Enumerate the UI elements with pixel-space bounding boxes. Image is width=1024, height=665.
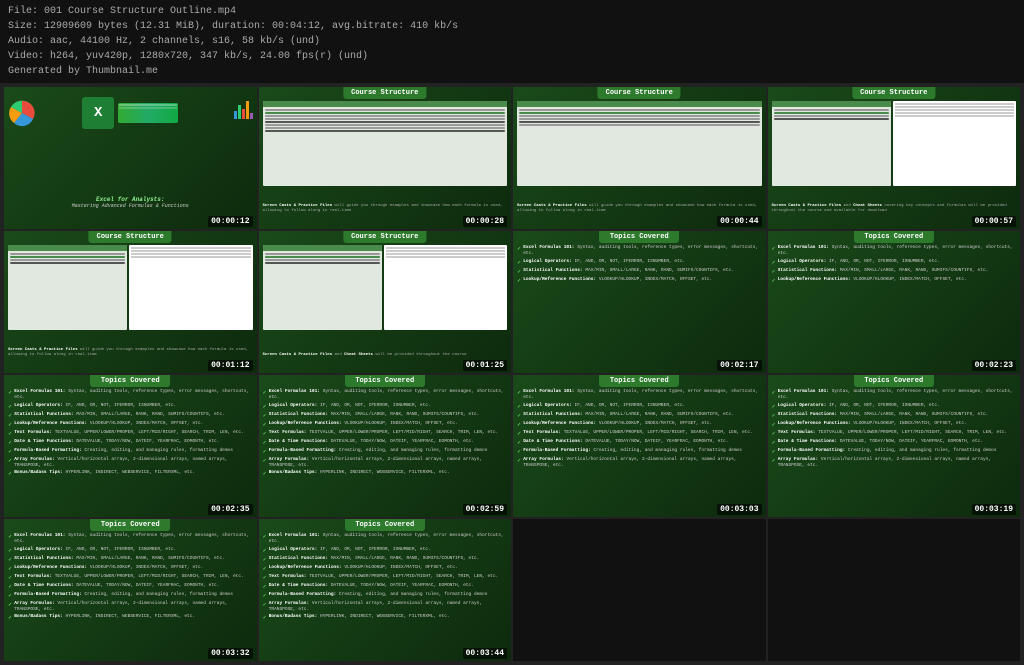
banner-5: Course Structure	[89, 231, 172, 243]
timestamp-2: 00:00:28	[463, 216, 507, 227]
banner-7: Topics Covered	[599, 231, 679, 243]
banner-13: Topics Covered	[90, 519, 170, 531]
thumbnail-empty-1	[513, 519, 766, 661]
thumbnail-5[interactable]: Course Structure	[4, 231, 257, 373]
banner-8: Topics Covered	[854, 231, 934, 243]
thumbnail-8[interactable]: Topics Covered ✓ Excel Formulas 101: Syn…	[768, 231, 1021, 373]
thumbnail-1[interactable]: X Excel for Analysts: Mastering Advanced…	[4, 87, 257, 229]
timestamp-10: 00:02:59	[463, 504, 507, 515]
thumbnail-6[interactable]: Course Structure	[259, 231, 512, 373]
thumbnail-14[interactable]: Topics Covered ✓ Excel Formulas 101: Syn…	[259, 519, 512, 661]
banner-4: Course Structure	[852, 87, 935, 99]
timestamp-14: 00:03:44	[463, 648, 507, 659]
timestamp-11: 00:03:03	[717, 504, 761, 515]
thumbnail-4[interactable]: Course Structure	[768, 87, 1021, 229]
timestamp-5: 00:01:12	[208, 360, 252, 371]
generated-info: Generated by Thumbnail.me	[8, 64, 1016, 79]
timestamp-1: 00:00:12	[208, 216, 252, 227]
audio-info: Audio: aac, 44100 Hz, 2 channels, s16, 5…	[8, 34, 1016, 49]
thumbnail-11[interactable]: Topics Covered ✓ Excel Formulas 101: Syn…	[513, 375, 766, 517]
size-info: Size: 12909609 bytes (12.31 MiB), durati…	[8, 19, 1016, 34]
banner-9: Topics Covered	[90, 375, 170, 387]
info-bar: File: 001 Course Structure Outline.mp4 S…	[0, 0, 1024, 83]
thumbnail-3[interactable]: Course Structure Screen Casts & Practice…	[513, 87, 766, 229]
thumbnail-9[interactable]: Topics Covered ✓ Excel Formulas 101: Syn…	[4, 375, 257, 517]
thumbnail-empty-2	[768, 519, 1021, 661]
timestamp-6: 00:01:25	[463, 360, 507, 371]
banner-2: Course Structure	[343, 87, 426, 99]
banner-12: Topics Covered	[854, 375, 934, 387]
thumbnail-13[interactable]: Topics Covered ✓ Excel Formulas 101: Syn…	[4, 519, 257, 661]
timestamp-7: 00:02:17	[717, 360, 761, 371]
thumbnails-grid: X Excel for Analysts: Mastering Advanced…	[0, 83, 1024, 665]
banner-10: Topics Covered	[345, 375, 425, 387]
thumbnail-10[interactable]: Topics Covered ✓ Excel Formulas 101: Syn…	[259, 375, 512, 517]
file-info: File: 001 Course Structure Outline.mp4	[8, 4, 1016, 19]
banner-11: Topics Covered	[599, 375, 679, 387]
timestamp-4: 00:00:57	[972, 216, 1016, 227]
video-info: Video: h264, yuv420p, 1280x720, 347 kb/s…	[8, 49, 1016, 64]
timestamp-8: 00:02:23	[972, 360, 1016, 371]
timestamp-12: 00:03:19	[972, 504, 1016, 515]
banner-14: Topics Covered	[345, 519, 425, 531]
timestamp-9: 00:02:35	[208, 504, 252, 515]
banner-6: Course Structure	[343, 231, 426, 243]
timestamp-3: 00:00:44	[717, 216, 761, 227]
thumbnail-7[interactable]: Topics Covered ✓ Excel Formulas 101: Syn…	[513, 231, 766, 373]
timestamp-13: 00:03:32	[208, 648, 252, 659]
banner-3: Course Structure	[598, 87, 681, 99]
thumbnail-2[interactable]: Course Structure	[259, 87, 512, 229]
thumbnail-12[interactable]: Topics Covered ✓ Excel Formulas 101: Syn…	[768, 375, 1021, 517]
